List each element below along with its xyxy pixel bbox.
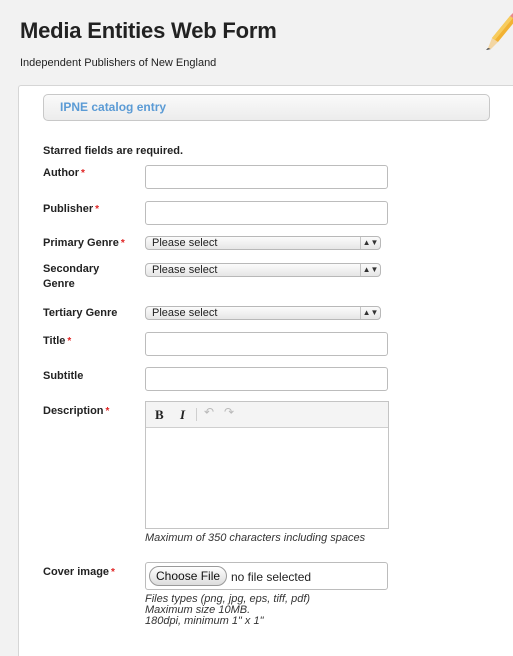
author-label: Author * bbox=[43, 167, 85, 179]
redo-icon[interactable]: ↷ bbox=[224, 405, 234, 419]
choose-file-button[interactable]: Choose File bbox=[149, 566, 228, 586]
page-title: Media Entities Web Form bbox=[20, 18, 277, 43]
cover-image-label: Cover image * bbox=[43, 566, 115, 578]
publisher-label: Publisher * bbox=[43, 203, 100, 215]
secondary-genre-value: Please select bbox=[152, 264, 218, 276]
italic-icon[interactable]: I bbox=[180, 407, 185, 423]
primary-genre-select[interactable]: Please select ▲▼ bbox=[145, 236, 381, 250]
bold-icon[interactable]: B bbox=[155, 407, 164, 423]
primary-genre-label: Primary Genre * bbox=[43, 237, 125, 249]
author-input[interactable] bbox=[145, 165, 388, 189]
secondary-genre-label: Secondary Genre bbox=[43, 263, 100, 290]
select-arrow-icon: ▲▼ bbox=[360, 237, 380, 249]
form-panel: IPNE catalog entry Starred fields are re… bbox=[18, 85, 513, 656]
secondary-genre-select[interactable]: Please select ▲▼ bbox=[145, 263, 381, 277]
select-arrow-icon: ▲▼ bbox=[360, 307, 380, 319]
primary-genre-value: Please select bbox=[152, 237, 218, 249]
required-marker: * bbox=[95, 204, 100, 215]
toolbar-divider bbox=[196, 408, 197, 421]
required-note: Starred fields are required. bbox=[43, 145, 183, 157]
tertiary-genre-select[interactable]: Please select ▲▼ bbox=[145, 306, 381, 320]
required-marker: * bbox=[111, 567, 115, 578]
tertiary-genre-value: Please select bbox=[152, 307, 218, 319]
title-input[interactable] bbox=[145, 332, 388, 356]
cover-image-field: Choose File no file selected bbox=[145, 562, 388, 590]
undo-icon[interactable]: ↶ bbox=[204, 405, 214, 419]
tertiary-genre-label: Tertiary Genre bbox=[43, 307, 118, 319]
select-arrow-icon: ▲▼ bbox=[360, 264, 380, 276]
page-subtitle: Independent Publishers of New England bbox=[20, 57, 217, 69]
required-marker: * bbox=[120, 238, 125, 249]
required-marker: * bbox=[67, 336, 72, 347]
publisher-input[interactable] bbox=[145, 201, 388, 225]
subtitle-input[interactable] bbox=[145, 367, 388, 391]
page-header: Media Entities Web Form Independent Publ… bbox=[0, 0, 513, 80]
editor-toolbar: B I ↶ ↷ bbox=[146, 402, 388, 428]
required-marker: * bbox=[81, 168, 85, 179]
description-textarea[interactable] bbox=[146, 429, 388, 528]
file-status: no file selected bbox=[231, 570, 312, 584]
description-editor: B I ↶ ↷ bbox=[145, 401, 389, 529]
file-resolution-hint: 180dpi, minimum 1" x 1" bbox=[145, 615, 264, 627]
pencil-icon bbox=[486, 13, 513, 50]
required-marker: * bbox=[105, 406, 110, 417]
section-title: IPNE catalog entry bbox=[60, 100, 167, 114]
description-label: Description * bbox=[43, 405, 110, 417]
subtitle-label: Subtitle bbox=[43, 370, 84, 382]
title-label: Title * bbox=[43, 335, 72, 347]
section-header: IPNE catalog entry bbox=[43, 94, 490, 121]
description-hint: Maximum of 350 characters including spac… bbox=[145, 532, 366, 544]
